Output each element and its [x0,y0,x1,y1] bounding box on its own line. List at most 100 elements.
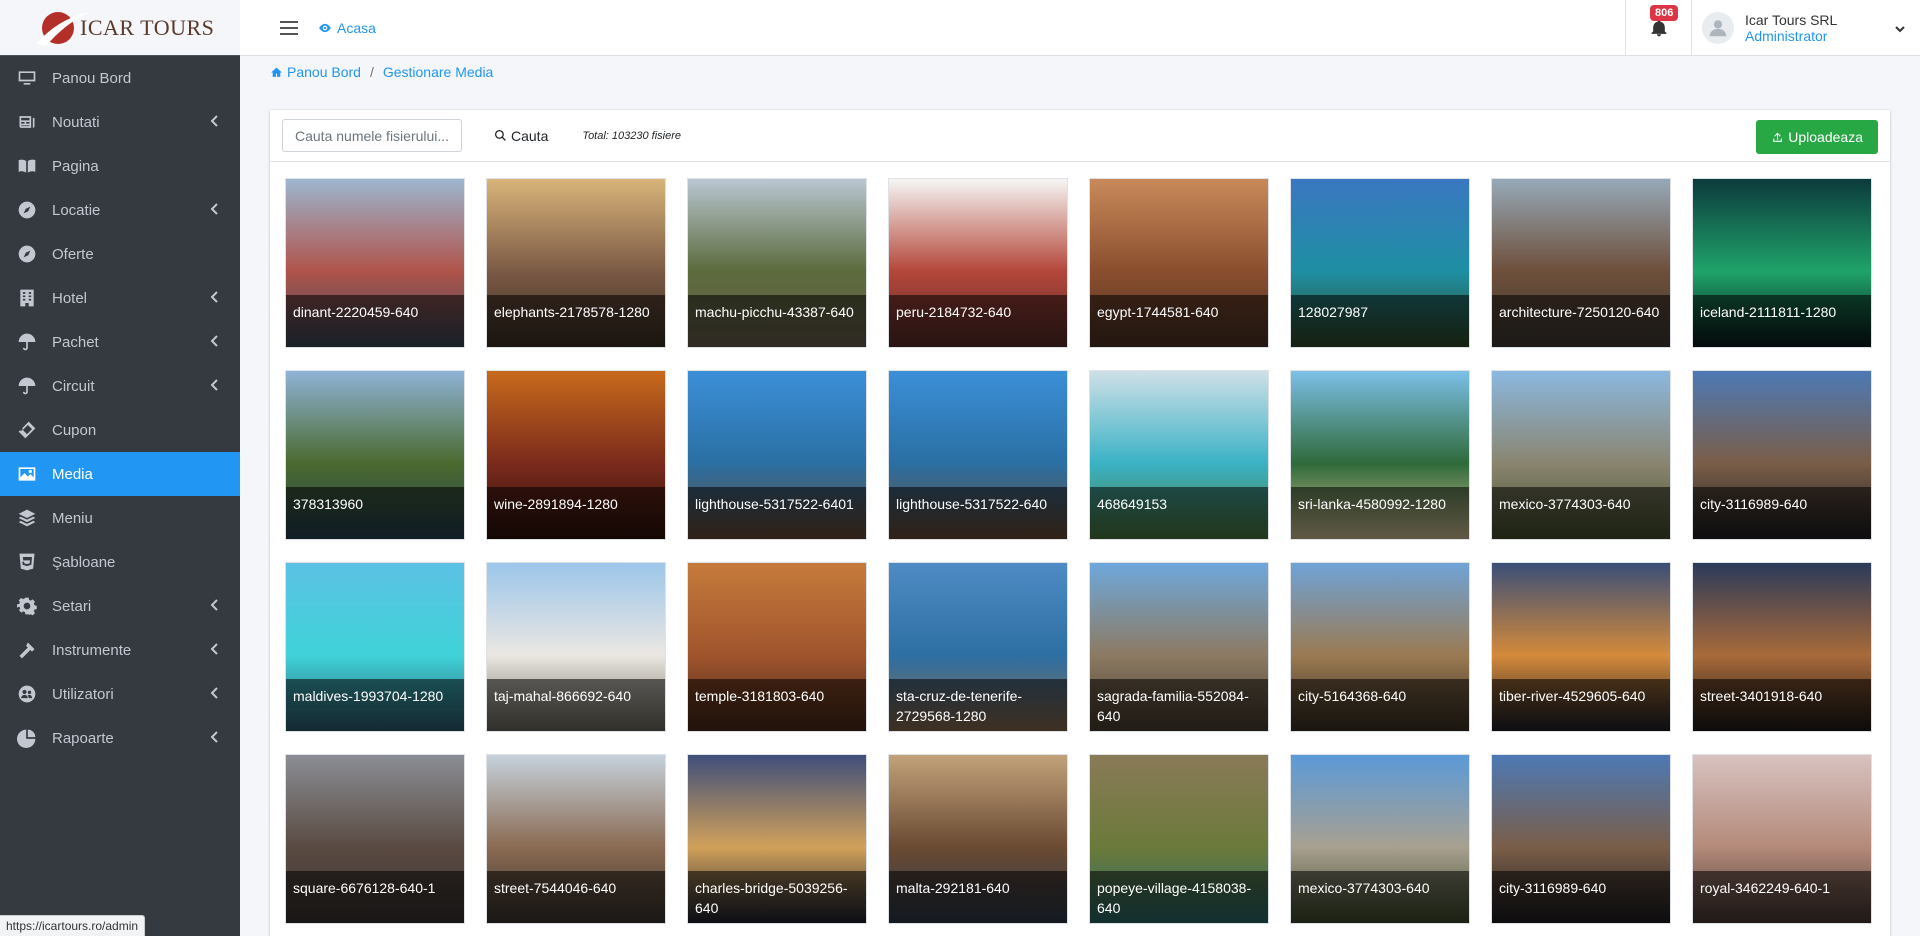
media-filename: egypt-1744581-640 [1090,295,1268,347]
media-tile[interactable]: architecture-7250120-640 [1491,178,1671,348]
media-tile[interactable]: wine-2891894-1280 [486,370,666,540]
media-filename: lighthouse-5317522-640 [889,487,1067,539]
media-filename: peru-2184732-640 [889,295,1067,347]
sidebar-item-pachet[interactable]: Pachet [0,320,240,364]
media-tile[interactable]: street-7544046-640 [486,754,666,924]
sidebar-item-label: Şabloane [52,553,116,571]
total-files: Total: 103230 fisiere [582,129,682,142]
media-tile[interactable]: royal-3462249-640-1 [1692,754,1872,924]
upload-button[interactable]: Uploadeaza [1756,120,1878,154]
media-tile[interactable]: sta-cruz-de-tenerife-2729568-1280 [888,562,1068,732]
breadcrumb-current[interactable]: Gestionare Media [383,64,494,80]
sidebar-item-instrumente[interactable]: Instrumente [0,628,240,672]
sidebar-item-label: Utilizatori [52,685,114,703]
menu-toggle-icon[interactable] [280,20,298,35]
media-tile[interactable]: 468649153 [1089,370,1269,540]
sidebar-nav: Panou Bord Noutati Pagina Locatie Oferte Hote… [0,56,240,760]
sidebar-item--abloane[interactable]: Şabloane [0,540,240,584]
media-filename: city-5164368-640 [1291,679,1469,731]
media-tile[interactable]: lighthouse-5317522-640 [888,370,1068,540]
media-tile[interactable]: peru-2184732-640 [888,178,1068,348]
media-filename: temple-3181803-640 [688,679,866,731]
chevron-left-icon [208,686,222,700]
sidebar-item-rapoarte[interactable]: Rapoarte [0,716,240,760]
media-tile[interactable]: city-3116989-640 [1692,370,1872,540]
media-tile[interactable]: sri-lanka-4580992-1280 [1290,370,1470,540]
brand-logo[interactable]: ICAR TOURS [0,0,240,56]
media-tile[interactable]: street-3401918-640 [1692,562,1872,732]
media-tile[interactable]: city-5164368-640 [1290,562,1470,732]
media-filename: architecture-7250120-640 [1492,295,1670,347]
home-link[interactable]: Acasa [318,20,376,36]
sidebar-item-label: Locatie [52,201,101,219]
sidebar-item-label: Circuit [52,377,95,395]
media-tile[interactable]: square-6676128-640-1 [285,754,465,924]
chevron-left-icon [208,378,222,392]
sidebar-item-label: Instrumente [52,641,132,659]
sidebar-item-circuit[interactable]: Circuit [0,364,240,408]
notifications-button[interactable]: 806 [1625,0,1691,56]
chevron-left-icon [208,334,222,348]
media-filename: elephants-2178578-1280 [487,295,665,347]
media-tile[interactable]: sagrada-familia-552084-640 [1089,562,1269,732]
sidebar-item-cupon[interactable]: Cupon [0,408,240,452]
sidebar-item-label: Meniu [52,509,93,527]
sidebar-item-locatie[interactable]: Locatie [0,188,240,232]
media-tile[interactable]: tiber-river-4529605-640 [1491,562,1671,732]
eye-icon [319,23,331,32]
sidebar-item-label: Noutati [52,113,100,131]
sidebar-item-meniu[interactable]: Meniu [0,496,240,540]
html5-icon [16,551,38,573]
umbrella-icon [16,375,38,397]
search-input[interactable] [282,119,462,152]
user-menu[interactable]: Icar Tours SRL Administrator [1691,0,1920,56]
media-tile[interactable]: mexico-3774303-640 [1290,754,1470,924]
media-filename: charles-bridge-5039256-640 [688,871,866,923]
media-tile[interactable]: charles-bridge-5039256-640 [687,754,867,924]
media-filename: sagrada-familia-552084-640 [1090,679,1268,731]
media-tile[interactable]: taj-mahal-866692-640 [486,562,666,732]
sidebar-item-media[interactable]: Media [0,452,240,496]
media-filename: lighthouse-5317522-6401 [688,487,866,539]
media-tile[interactable]: egypt-1744581-640 [1089,178,1269,348]
upload-icon [1773,132,1783,142]
media-filename: sta-cruz-de-tenerife-2729568-1280 [889,679,1067,731]
media-tile[interactable]: elephants-2178578-1280 [486,178,666,348]
media-tile[interactable]: dinant-2220459-640 [285,178,465,348]
sidebar-item-utilizatori[interactable]: Utilizatori [0,672,240,716]
sidebar-item-oferte[interactable]: Oferte [0,232,240,276]
search-button[interactable]: Cauta [494,128,548,144]
sidebar-item-label: Rapoarte [52,729,114,747]
sidebar-item-label: Hotel [52,289,88,307]
media-filename: 128027987 [1291,295,1469,347]
status-bar-url: https://icartours.ro/admin [0,915,146,936]
sidebar-item-noutati[interactable]: Noutati [0,100,240,144]
sidebar-item-setari[interactable]: Setari [0,584,240,628]
chevron-left-icon [208,114,222,128]
breadcrumb-separator: / [369,64,374,80]
media-tile[interactable]: mexico-3774303-640 [1491,370,1671,540]
search-icon [494,129,506,141]
upload-button-label: Uploadeaza [1788,129,1863,145]
media-filename: popeye-village-4158038-640 [1090,871,1268,923]
media-tile[interactable]: popeye-village-4158038-640 [1089,754,1269,924]
newspaper-icon [16,111,38,133]
chevron-down-icon [1894,22,1906,34]
media-tile[interactable]: temple-3181803-640 [687,562,867,732]
media-tile[interactable]: 378313960 [285,370,465,540]
ticket-icon [16,419,38,441]
media-tile[interactable]: maldives-1993704-1280 [285,562,465,732]
sidebar-item-panou-bord[interactable]: Panou Bord [0,56,240,100]
media-tile[interactable]: lighthouse-5317522-6401 [687,370,867,540]
sidebar-item-hotel[interactable]: Hotel [0,276,240,320]
media-filename: square-6676128-640-1 [286,871,464,923]
media-tile[interactable]: machu-picchu-43387-640 [687,178,867,348]
sidebar-item-pagina[interactable]: Pagina [0,144,240,188]
user-role: Administrator [1745,28,1828,44]
media-tile[interactable]: city-3116989-640 [1491,754,1671,924]
media-tile[interactable]: malta-292181-640 [888,754,1068,924]
media-tile[interactable]: iceland-2111811-1280 [1692,178,1872,348]
media-tile[interactable]: 128027987 [1290,178,1470,348]
breadcrumb-home[interactable]: Panou Bord [287,64,361,80]
monitor-icon [16,67,38,89]
